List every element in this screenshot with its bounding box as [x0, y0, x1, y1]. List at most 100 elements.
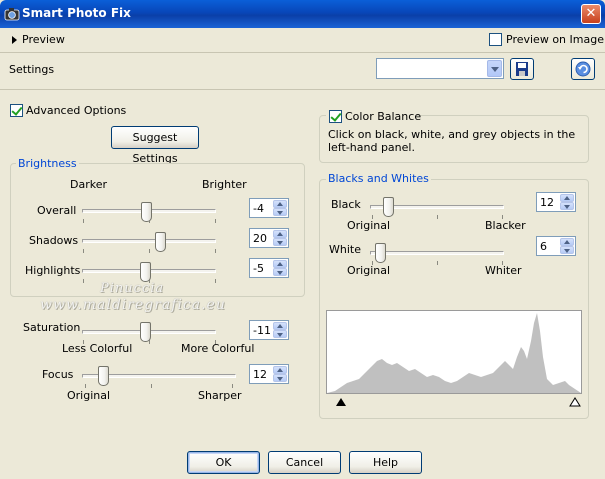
focus-slider-thumb[interactable]: [98, 366, 109, 386]
increment-arrow-icon[interactable]: [273, 366, 287, 374]
focus-label: Focus: [42, 368, 74, 381]
decrement-arrow-icon[interactable]: [560, 202, 574, 210]
tick: [151, 384, 152, 388]
saturation-slider-thumb[interactable]: [140, 322, 151, 342]
histogram: [326, 310, 582, 394]
sharper-label: Sharper: [198, 389, 242, 402]
increment-arrow-icon[interactable]: [273, 200, 287, 208]
highlights-value[interactable]: -5: [253, 262, 264, 275]
shadows-value[interactable]: 20: [253, 232, 267, 245]
settings-label: Settings: [9, 63, 55, 76]
watermark-line-2: www.maldiregrafica.eu: [40, 297, 226, 313]
decrement-arrow-icon[interactable]: [273, 238, 287, 246]
decrement-arrow-icon[interactable]: [560, 246, 574, 254]
highlights-label: Highlights: [25, 264, 81, 277]
highlights-slider-thumb[interactable]: [140, 262, 151, 282]
suggest-settings-button[interactable]: Suggest Settings: [111, 126, 199, 165]
decrement-arrow-icon[interactable]: [273, 330, 287, 338]
brightness-group-label: Brightness: [16, 157, 79, 170]
ok-button[interactable]: OK: [187, 451, 260, 474]
divider: [0, 52, 605, 53]
tick: [83, 249, 84, 253]
saturation-value[interactable]: -11: [253, 324, 271, 337]
close-button[interactable]: ✕: [581, 4, 601, 24]
less-colorful-label: Less Colorful: [62, 342, 133, 355]
shadows-slider-track[interactable]: [82, 239, 216, 243]
white-slider-thumb[interactable]: [375, 243, 386, 263]
white-value[interactable]: 6: [540, 240, 547, 253]
tick: [83, 219, 84, 223]
preview-on-image-label: Preview on Image: [506, 33, 604, 46]
shadows-label: Shadows: [29, 234, 79, 247]
black-slider-thumb[interactable]: [383, 197, 394, 217]
black-point-marker-icon[interactable]: [335, 397, 347, 407]
white-label: White: [329, 243, 361, 256]
window-title: Smart Photo Fix: [22, 6, 131, 20]
tick: [83, 279, 84, 283]
tick: [437, 215, 438, 219]
histogram-plot: [327, 313, 581, 393]
overall-label: Overall: [37, 204, 77, 217]
overall-slider-thumb[interactable]: [141, 202, 152, 222]
tick: [215, 279, 216, 283]
highlights-stepper[interactable]: -5: [249, 258, 289, 278]
advanced-options-checkbox[interactable]: [10, 104, 23, 117]
black-original-label: Original: [347, 219, 391, 232]
increment-arrow-icon[interactable]: [560, 194, 574, 202]
color-balance-label: Color Balance: [345, 110, 422, 123]
more-colorful-label: More Colorful: [181, 342, 255, 355]
tick: [232, 384, 233, 388]
blacks-whites-group-label: Blacks and Whites: [326, 172, 431, 185]
decrement-arrow-icon[interactable]: [273, 208, 287, 216]
brighter-label: Brighter: [202, 178, 247, 191]
black-label: Black: [331, 198, 361, 211]
reset-arrow-icon: [575, 61, 591, 77]
watermark-line-1: Pinuccia: [100, 281, 165, 296]
reset-button[interactable]: [571, 58, 595, 80]
darker-label: Darker: [70, 178, 108, 191]
chevron-down-icon[interactable]: [487, 60, 502, 77]
preview-label[interactable]: Preview: [22, 33, 65, 46]
help-button[interactable]: Help: [349, 451, 422, 474]
white-slider-track[interactable]: [370, 251, 504, 255]
increment-arrow-icon[interactable]: [560, 238, 574, 246]
blacker-label: Blacker: [485, 219, 526, 232]
save-preset-button[interactable]: [510, 58, 534, 80]
white-stepper[interactable]: 6: [536, 236, 576, 256]
tick: [215, 219, 216, 223]
focus-stepper[interactable]: 12: [249, 364, 289, 384]
white-point-marker-icon[interactable]: [569, 397, 581, 407]
preview-on-image-checkbox[interactable]: [489, 33, 502, 46]
black-stepper[interactable]: 12: [536, 192, 576, 212]
white-original-label: Original: [347, 264, 391, 277]
focus-original-label: Original: [67, 389, 111, 402]
camera-app-icon: [4, 8, 20, 21]
color-balance-description: Click on black, white, and grey objects …: [328, 128, 576, 154]
whiter-label: Whiter: [485, 264, 522, 277]
color-balance-checkbox[interactable]: [329, 110, 342, 123]
floppy-disk-icon: [516, 62, 528, 76]
saturation-label: Saturation: [23, 321, 81, 334]
advanced-options-label: Advanced Options: [26, 104, 127, 117]
settings-preset-dropdown[interactable]: [376, 58, 504, 79]
increment-arrow-icon[interactable]: [273, 230, 287, 238]
cancel-button[interactable]: Cancel: [268, 451, 341, 474]
histogram-area: [327, 313, 581, 393]
shadows-slider-thumb[interactable]: [155, 232, 166, 252]
decrement-arrow-icon[interactable]: [273, 268, 287, 276]
tick: [85, 384, 86, 388]
preview-expand-icon[interactable]: [12, 36, 17, 44]
decrement-arrow-icon[interactable]: [273, 374, 287, 382]
saturation-stepper[interactable]: -11: [249, 320, 289, 340]
shadows-stepper[interactable]: 20: [249, 228, 289, 248]
overall-stepper[interactable]: -4: [249, 198, 289, 218]
tick: [437, 261, 438, 265]
title-bar: Smart Photo Fix ✕: [0, 0, 605, 28]
overall-value[interactable]: -4: [253, 202, 264, 215]
black-value[interactable]: 12: [540, 196, 554, 209]
tick: [149, 249, 150, 253]
divider: [0, 89, 605, 90]
increment-arrow-icon[interactable]: [273, 260, 287, 268]
increment-arrow-icon[interactable]: [273, 322, 287, 330]
focus-value[interactable]: 12: [253, 368, 267, 381]
